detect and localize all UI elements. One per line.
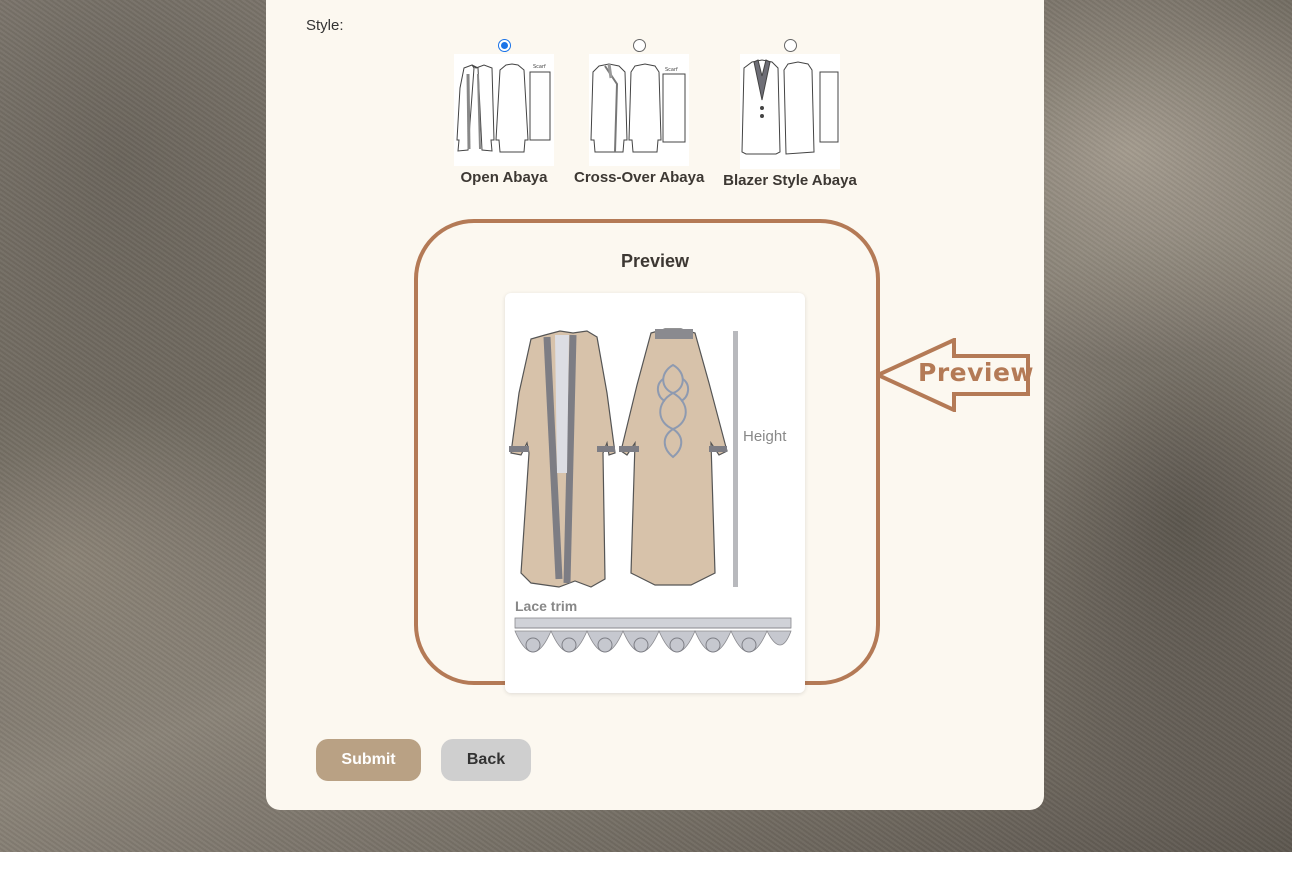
style-option-label: Cross-Over Abaya: [574, 169, 705, 186]
style-label: Style:: [306, 17, 344, 34]
height-label: Height: [743, 428, 787, 445]
scarf-caption: Scarf: [665, 67, 678, 73]
style-radio-blazer-abaya[interactable]: [783, 39, 797, 52]
open-abaya-figure: [509, 330, 616, 588]
style-option-blazer-abaya[interactable]: Blazer Style Abaya: [720, 39, 860, 189]
style-option-label: Blazer Style Abaya: [723, 172, 857, 189]
style-option-cross-over-abaya[interactable]: Scarf Cross-Over Abaya: [574, 39, 704, 186]
style-option-open-abaya[interactable]: Scarf Open Abaya: [449, 39, 559, 186]
lace-trim-pattern: [514, 617, 792, 653]
blazer-abaya-sketch-icon: [740, 54, 840, 169]
cross-over-abaya-sketch-icon: Scarf: [589, 54, 689, 166]
open-abaya-sketch-icon: Scarf: [454, 54, 554, 166]
style-option-label: Open Abaya: [460, 169, 548, 186]
back-button[interactable]: Back: [441, 739, 531, 781]
page-bottom-strip: [0, 852, 1292, 888]
style-radio-open-abaya[interactable]: [497, 39, 511, 52]
abaya-preview-image: Height Lace trim: [505, 293, 805, 693]
lace-trim-label: Lace trim: [515, 598, 577, 614]
front-abaya-figure: [619, 328, 728, 586]
preview-arrow-label: Preview: [918, 358, 1035, 387]
style-radio-cross-over-abaya[interactable]: [632, 39, 646, 52]
preview-title: Preview: [620, 251, 690, 271]
scarf-caption: Scarf: [533, 64, 546, 70]
height-bar: [733, 331, 738, 587]
submit-button[interactable]: Submit: [316, 739, 421, 781]
